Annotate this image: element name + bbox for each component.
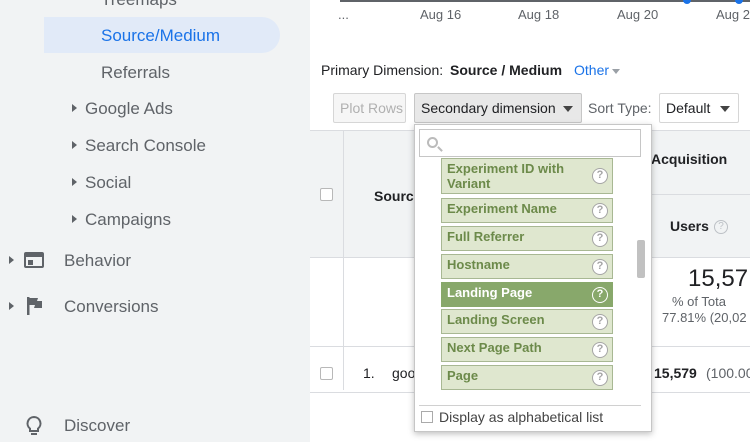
chevron-down-icon[interactable]: [612, 69, 620, 74]
help-icon[interactable]: ?: [592, 341, 608, 358]
secondary-dimension-button[interactable]: Secondary dimension: [414, 93, 582, 123]
dimension-option[interactable]: Next Page Path ?: [441, 337, 613, 362]
row-users-value: 15,579: [654, 365, 697, 381]
chevron-down-icon: [563, 106, 573, 112]
total-users-subtotal: 77.81% (20,02: [662, 310, 747, 325]
total-users-value: 15,57: [688, 265, 749, 292]
row-users-percent: (100.00: [706, 365, 750, 381]
alphabetical-checkbox[interactable]: [421, 411, 433, 423]
dimension-option-label: Experiment ID with Variant: [447, 161, 565, 191]
secondary-dimension-dropdown: Experiment ID with Variant ? Experiment …: [414, 124, 652, 432]
flag-icon: [27, 297, 42, 315]
dropdown-scrollbar[interactable]: [637, 240, 645, 278]
sidebar-item-social[interactable]: Social: [85, 173, 131, 193]
dimension-option-label: Landing Screen: [447, 312, 545, 327]
sidebar-item-referrals[interactable]: Referrals: [101, 63, 170, 83]
select-all-checkbox[interactable]: [320, 188, 333, 201]
column-group-acquisition: Acquisition: [651, 151, 728, 167]
dimension-option[interactable]: Experiment Name ?: [441, 198, 613, 223]
dimension-option-label: Landing Page: [447, 285, 533, 300]
dimension-option[interactable]: Experiment ID with Variant ?: [441, 158, 613, 194]
expand-caret-icon[interactable]: [72, 141, 77, 149]
sidebar-item-search-console[interactable]: Search Console: [85, 136, 206, 156]
help-icon[interactable]: ?: [592, 369, 608, 386]
primary-dimension-other-link[interactable]: Other: [574, 62, 609, 78]
row-source-link[interactable]: goo: [392, 365, 415, 381]
checkbox-column: [310, 130, 344, 390]
sidebar-item-campaigns[interactable]: Campaigns: [85, 210, 171, 230]
dimension-option[interactable]: Landing Screen ?: [441, 309, 613, 334]
dimension-search-input[interactable]: [419, 129, 641, 157]
help-icon[interactable]: ?: [592, 230, 608, 247]
header-divider: [640, 194, 750, 195]
timeline-point: [735, 0, 743, 4]
expand-caret-icon[interactable]: [72, 178, 77, 186]
alphabetical-label[interactable]: Display as alphabetical list: [439, 409, 603, 425]
sidebar-item-source-medium[interactable]: Source/Medium: [101, 26, 220, 46]
timeline-ellipsis: ...: [338, 7, 349, 22]
sort-type-select[interactable]: Default: [659, 93, 739, 123]
dropdown-divider: [419, 405, 641, 406]
help-icon[interactable]: ?: [714, 220, 728, 234]
lightbulb-icon: [26, 415, 42, 435]
timeline-tick: Aug 16: [420, 7, 462, 22]
expand-caret-icon[interactable]: [72, 104, 77, 112]
row-number: 1.: [363, 365, 375, 381]
dimension-option[interactable]: Page ?: [441, 365, 613, 390]
sidebar-item-conversions[interactable]: Conversions: [64, 297, 159, 317]
dimension-option-label: Full Referrer: [447, 229, 525, 244]
help-icon[interactable]: ?: [592, 202, 608, 219]
dimension-option[interactable]: Full Referrer ?: [441, 226, 613, 251]
help-icon[interactable]: ?: [592, 258, 608, 275]
sidebar-item-treemaps[interactable]: Treemaps: [101, 0, 177, 10]
help-icon[interactable]: ?: [592, 313, 608, 330]
secondary-dimension-label: Secondary dimension: [421, 100, 556, 116]
sidebar-item-behavior[interactable]: Behavior: [64, 251, 131, 271]
sidebar: Treemaps Source/Medium Referrals Google …: [0, 0, 310, 442]
behavior-icon: [24, 252, 44, 268]
expand-caret-icon[interactable]: [9, 256, 14, 264]
dimension-option-selected[interactable]: Landing Page ?: [441, 282, 613, 307]
search-icon: [427, 137, 438, 148]
sort-type-value: Default: [666, 100, 711, 116]
timeline-tick: Aug 2: [716, 7, 750, 22]
sidebar-item-discover[interactable]: Discover: [64, 416, 130, 436]
dimension-option-label: Page: [447, 368, 479, 383]
primary-dimension-label: Primary Dimension:: [321, 62, 444, 78]
row-checkbox[interactable]: [320, 367, 333, 380]
dimension-option[interactable]: Hostname ?: [441, 254, 613, 279]
expand-caret-icon[interactable]: [9, 302, 14, 310]
total-users-percent: % of Tota: [672, 294, 726, 309]
timeline-tick: Aug 20: [617, 7, 659, 22]
help-icon[interactable]: ?: [592, 168, 608, 184]
chevron-down-icon: [720, 106, 730, 112]
sort-type-label: Sort Type:: [588, 100, 652, 116]
dimension-option-label: Hostname: [447, 257, 510, 272]
help-icon[interactable]: ?: [592, 286, 608, 303]
primary-dimension-current: Source / Medium: [450, 62, 563, 78]
column-header-users[interactable]: Users: [670, 218, 709, 234]
plot-rows-button[interactable]: Plot Rows: [333, 93, 406, 123]
timeline-tick: Aug 18: [518, 7, 560, 22]
dimension-option-label: Experiment Name: [447, 201, 557, 216]
dimension-option-label: Next Page Path: [447, 340, 542, 355]
expand-caret-icon[interactable]: [72, 215, 77, 223]
sidebar-item-google-ads[interactable]: Google Ads: [85, 99, 173, 119]
timeline-point: [683, 0, 691, 4]
